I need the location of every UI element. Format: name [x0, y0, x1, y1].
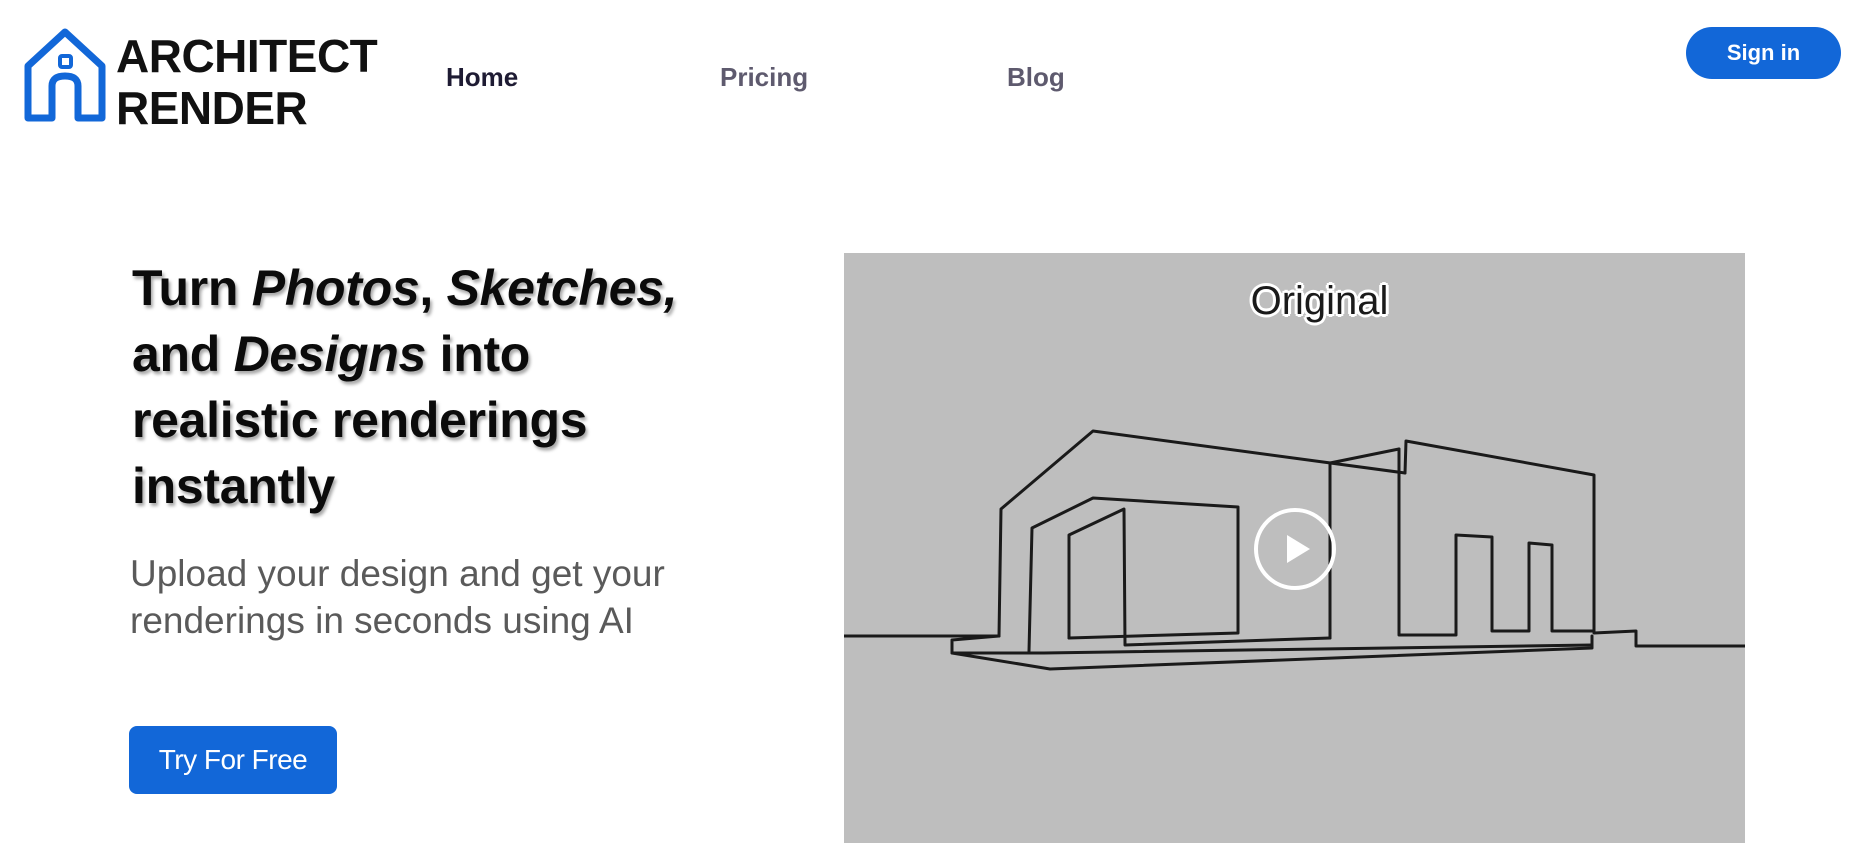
hero-title-into: into [426, 326, 531, 382]
hero-subtitle: Upload your design and get your renderin… [130, 553, 665, 641]
hero-title-line4: instantly [132, 458, 335, 514]
nav-home-link[interactable]: Home [446, 62, 518, 93]
site-header: ARCHITECT RENDER Home Pricing Blog Sign … [0, 0, 1866, 140]
nav-pricing-link[interactable]: Pricing [720, 62, 808, 93]
demo-video-player[interactable]: Original [844, 253, 1745, 843]
try-for-free-button[interactable]: Try For Free [129, 726, 337, 794]
hero-title-turn: Turn [132, 260, 252, 316]
hero-title-sketches: Sketches, [446, 260, 678, 316]
play-icon [1287, 535, 1310, 563]
hero-title-and: and [132, 326, 234, 382]
play-button[interactable] [1254, 508, 1336, 590]
logo-link[interactable]: ARCHITECT RENDER [22, 26, 378, 134]
hero-title: Turn Photos, Sketches, and Designs into re… [132, 255, 772, 519]
nav-blog-link[interactable]: Blog [1007, 62, 1065, 93]
hero-title-designs: Designs [233, 326, 427, 382]
house-logo-icon [24, 28, 106, 122]
hero-title-comma: , [419, 260, 447, 316]
logo-line-2: RENDER [116, 82, 308, 134]
hero-title-line3: realistic renderings [132, 392, 588, 448]
hero-title-photos: Photos [251, 260, 420, 316]
logo-text: ARCHITECT RENDER [116, 30, 378, 134]
sign-in-button[interactable]: Sign in [1686, 27, 1841, 79]
video-original-label: Original [1250, 278, 1389, 323]
logo-line-1: ARCHITECT [116, 30, 378, 82]
